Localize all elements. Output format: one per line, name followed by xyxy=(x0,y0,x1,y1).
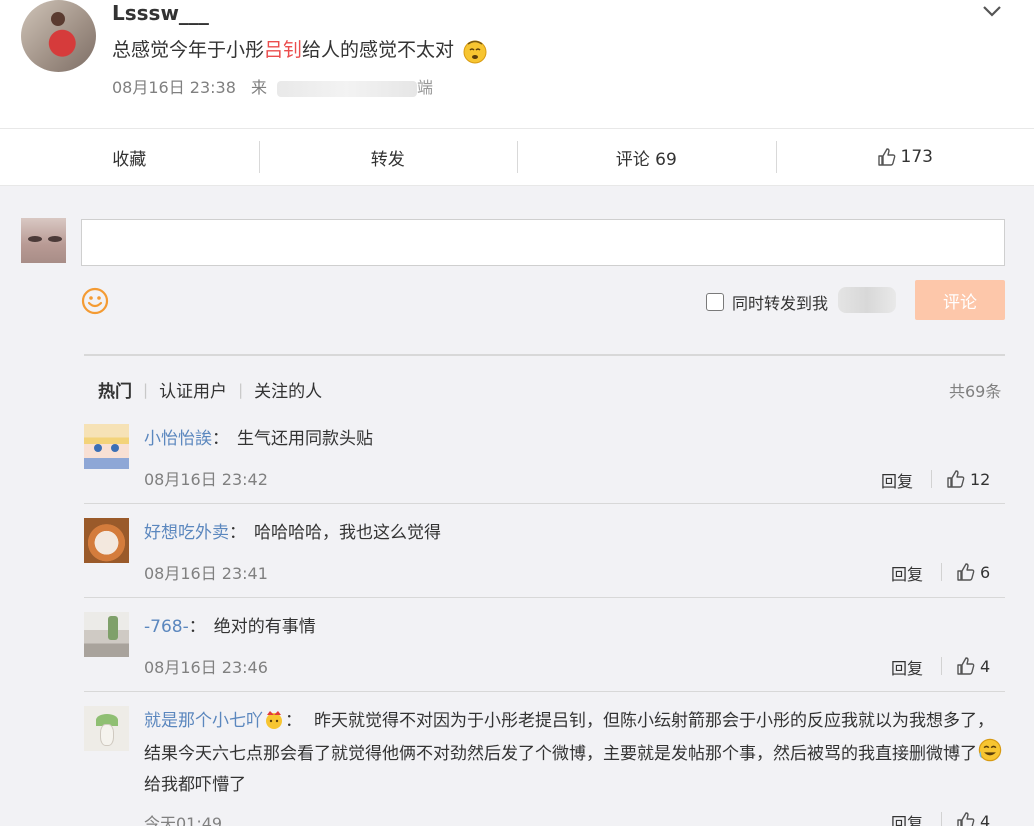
thumb-up-icon xyxy=(957,563,975,581)
comment-time: 08月16日 23:42 xyxy=(144,470,268,489)
reply-button[interactable]: 回复 xyxy=(891,655,923,679)
commenter-name[interactable]: 小怡怡誒 xyxy=(144,429,212,449)
comment-item: 好想吃外卖： 哈哈哈哈，我也这么觉得 08月16日 23:41 回复 6 xyxy=(84,518,1005,598)
commenter-name[interactable]: 好想吃外卖 xyxy=(144,523,229,543)
favorite-label: 收藏 xyxy=(112,149,147,170)
blurred-source xyxy=(277,80,418,97)
repost-checkbox-label: 同时转发到我 xyxy=(732,294,829,313)
blurred-text xyxy=(838,287,896,313)
comment-text: -768-： 绝对的有事情 xyxy=(144,612,1004,643)
divider xyxy=(84,691,1005,692)
reply-button[interactable]: 回复 xyxy=(891,810,923,826)
comment-sep: ： xyxy=(188,617,206,637)
comment-body-tail: 给我都吓懵了 xyxy=(144,775,246,795)
filter-separator: | xyxy=(238,380,244,399)
dizzy-face-emoji xyxy=(463,40,487,63)
comment-time: 今天01:49 xyxy=(144,814,223,826)
filter-hot[interactable]: 热门 xyxy=(98,377,132,402)
comment-like-count: 12 xyxy=(970,469,991,489)
comment-body: 生气还用同款头贴 xyxy=(237,429,373,449)
crown-face-emoji xyxy=(266,711,282,729)
comment-like-count: 6 xyxy=(980,562,991,582)
repost-button[interactable]: 转发 xyxy=(258,129,518,185)
comment-time: 08月16日 23:46 xyxy=(144,658,268,677)
post-card: Lsssw___ 总感觉今年于小彤吕钊给人的感觉不太对 08月16日 23:38… xyxy=(0,0,1034,128)
current-user-avatar xyxy=(21,218,66,263)
like-count: 173 xyxy=(900,147,933,167)
comment-filters: 热门 | 认证用户 | 关注的人 xyxy=(98,377,322,403)
comment-item: 就是那个小七吖：昨天就觉得不对因为于小彤老提吕钊，但陈小纭射箭那会于小彤的反应我… xyxy=(84,706,1005,826)
comment-text: 好想吃外卖： 哈哈哈哈，我也这么觉得 xyxy=(144,518,1004,549)
repost-checkbox[interactable] xyxy=(706,293,724,311)
commenter-avatar[interactable] xyxy=(84,706,129,751)
post-text-after: 给人的感觉不太对 xyxy=(302,39,455,61)
commenter-avatar[interactable] xyxy=(84,518,129,563)
commenter-avatar[interactable] xyxy=(84,424,129,469)
comment-label: 评论 69 xyxy=(615,149,677,170)
comment-like-count: 4 xyxy=(980,811,991,826)
post-text-highlight: 吕钊 xyxy=(264,39,303,61)
comment-text: 就是那个小七吖：昨天就觉得不对因为于小彤老提吕钊，但陈小纭射箭那会于小彤的反应我… xyxy=(144,706,1004,801)
filter-separator: | xyxy=(143,380,149,399)
post-source-suffix: 端 xyxy=(417,78,434,97)
comment-button[interactable]: 评论 69 xyxy=(517,129,776,185)
post-text-before: 总感觉今年于小彤 xyxy=(112,39,265,61)
thumb-up-icon xyxy=(947,470,965,488)
comment-item: -768-： 绝对的有事情 08月16日 23:46 回复 4 xyxy=(84,612,1005,692)
comment-sep: ： xyxy=(212,429,229,449)
filter-verified[interactable]: 认证用户 xyxy=(159,377,227,402)
commenter-name[interactable]: 就是那个小七吖 xyxy=(144,711,263,731)
post-text: 总感觉今年于小彤吕钊给人的感觉不太对 xyxy=(112,35,488,64)
comment-sep: ： xyxy=(285,711,302,731)
comment-like-button[interactable]: 4 xyxy=(956,656,990,676)
post-timestamp: 08月16日 23:38 xyxy=(112,78,236,97)
like-button[interactable]: 173 xyxy=(775,129,1034,185)
submit-comment-button[interactable]: 评论 xyxy=(915,280,1005,320)
filter-following[interactable]: 关注的人 xyxy=(254,377,322,402)
divider xyxy=(84,354,1005,356)
reply-button[interactable]: 回复 xyxy=(891,561,923,585)
thumb-up-icon xyxy=(957,812,975,826)
comment-item: 小怡怡誒： 生气还用同款头贴 08月16日 23:42 回复 12 xyxy=(84,424,1005,504)
author-name[interactable]: Lsssw___ xyxy=(112,1,209,25)
thumb-up-icon xyxy=(877,148,895,166)
comment-body: 哈哈哈哈，我也这么觉得 xyxy=(254,523,441,543)
comment-like-button[interactable]: 12 xyxy=(946,469,990,489)
comment-input[interactable] xyxy=(81,219,1005,266)
action-bar: 收藏 转发 评论 69 173 xyxy=(0,128,1034,186)
comment-total: 共69条 xyxy=(949,382,1002,401)
thumb-up-icon xyxy=(957,657,975,675)
chevron-down-icon[interactable] xyxy=(981,0,1003,22)
comment-time: 08月16日 23:41 xyxy=(144,564,268,583)
crying-laughing-emoji xyxy=(978,738,1002,762)
separator xyxy=(941,812,942,826)
smiley-icon[interactable] xyxy=(81,287,109,315)
favorite-button[interactable]: 收藏 xyxy=(0,129,259,185)
comment-text: 小怡怡誒： 生气还用同款头贴 xyxy=(144,424,1004,455)
repost-checkbox-row[interactable]: 同时转发到我 xyxy=(706,290,828,314)
separator xyxy=(931,470,932,488)
separator xyxy=(941,563,942,581)
comment-like-count: 4 xyxy=(980,656,991,676)
commenter-name[interactable]: -768- xyxy=(144,617,189,637)
post-source-prefix: 来 xyxy=(251,78,268,97)
divider xyxy=(84,597,1005,598)
repost-label: 转发 xyxy=(370,149,405,170)
reply-button[interactable]: 回复 xyxy=(881,468,913,492)
comment-like-button[interactable]: 4 xyxy=(956,811,990,826)
commenter-avatar[interactable] xyxy=(84,612,129,657)
comment-like-button[interactable]: 6 xyxy=(956,562,990,582)
author-avatar[interactable] xyxy=(21,0,96,72)
divider xyxy=(84,503,1005,504)
separator xyxy=(941,657,942,675)
comment-body: 绝对的有事情 xyxy=(213,617,316,637)
comment-sep: ： xyxy=(229,523,246,543)
post-meta: 08月16日 23:38 来 端 xyxy=(112,74,433,98)
